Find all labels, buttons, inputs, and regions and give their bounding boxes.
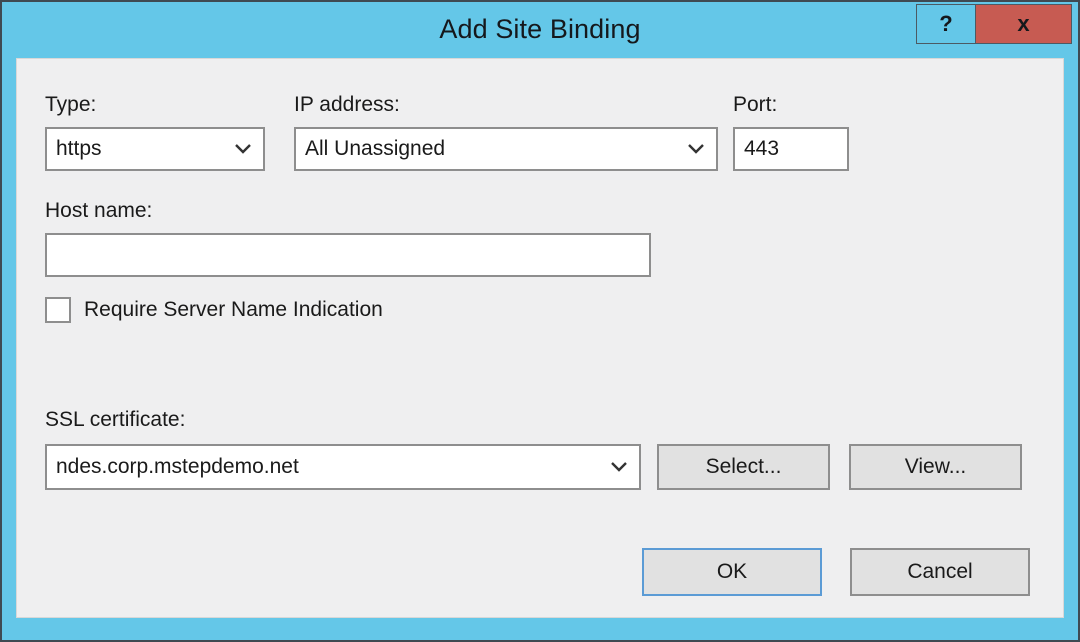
ok-button[interactable]: OK: [642, 548, 822, 596]
select-button[interactable]: Select...: [657, 444, 830, 490]
dialog-content-panel: Type: https IP address: All Unassigned P…: [16, 58, 1064, 618]
cancel-button[interactable]: Cancel: [850, 548, 1030, 596]
ip-address-value: All Unassigned: [296, 137, 445, 161]
close-button[interactable]: x: [976, 4, 1072, 44]
ip-address-label: IP address:: [294, 93, 400, 117]
chevron-down-icon: [235, 144, 251, 154]
type-dropdown[interactable]: https: [45, 127, 265, 171]
ip-address-dropdown[interactable]: All Unassigned: [294, 127, 718, 171]
host-name-input[interactable]: [45, 233, 651, 277]
help-button[interactable]: ?: [916, 4, 976, 44]
port-input[interactable]: 443: [733, 127, 849, 171]
view-button[interactable]: View...: [849, 444, 1022, 490]
require-sni-row[interactable]: Require Server Name Indication: [45, 297, 383, 323]
ssl-certificate-value: ndes.corp.mstepdemo.net: [47, 455, 299, 479]
title-bar: Add Site Binding ? x: [2, 2, 1078, 58]
ssl-certificate-label: SSL certificate:: [45, 408, 185, 432]
host-name-label: Host name:: [45, 199, 152, 223]
title-bar-buttons: ? x: [916, 4, 1072, 44]
require-sni-label: Require Server Name Indication: [84, 298, 383, 322]
port-value: 443: [735, 137, 779, 161]
chevron-down-icon: [611, 462, 627, 472]
chevron-down-icon: [688, 144, 704, 154]
ssl-certificate-dropdown[interactable]: ndes.corp.mstepdemo.net: [45, 444, 641, 490]
type-value: https: [47, 137, 102, 161]
port-label: Port:: [733, 93, 777, 117]
require-sni-checkbox[interactable]: [45, 297, 71, 323]
type-label: Type:: [45, 93, 96, 117]
add-site-binding-dialog: Add Site Binding ? x Type: https IP addr…: [0, 0, 1080, 642]
